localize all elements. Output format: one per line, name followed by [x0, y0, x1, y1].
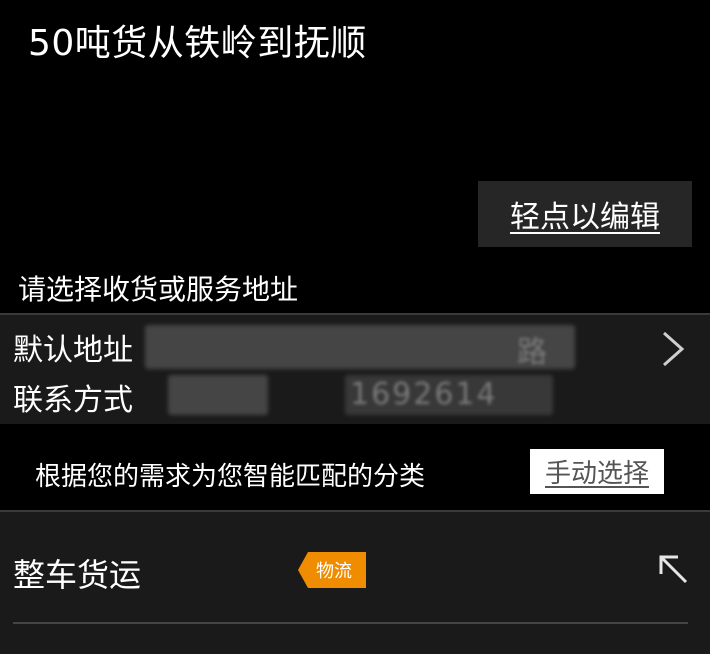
category-item[interactable]: 整车货运 物流 — [0, 510, 710, 654]
edit-button-label: 轻点以编辑 — [510, 200, 660, 235]
address-selector[interactable]: 默认地址 路 联系方式 1692614 — [0, 313, 710, 426]
edit-button[interactable]: 轻点以编辑 — [478, 181, 692, 247]
redacted-contact-name — [168, 375, 268, 415]
tag-label: 物流 — [308, 552, 366, 588]
manual-select-button[interactable]: 手动选择 — [530, 449, 664, 494]
address-section-label: 请选择收货或服务地址 — [18, 273, 299, 306]
default-address-value: 路 — [517, 335, 547, 370]
category-name: 整车货运 — [13, 556, 142, 594]
logistics-tag: 物流 — [298, 552, 366, 588]
default-address-label: 默认地址 — [13, 333, 133, 368]
divider — [13, 622, 688, 624]
manual-select-label: 手动选择 — [544, 459, 649, 489]
contact-label: 联系方式 — [13, 383, 133, 418]
tag-notch — [298, 552, 308, 588]
arrow-up-left-icon[interactable] — [656, 552, 690, 586]
page-title: 50吨货从铁岭到抚顺 — [28, 23, 367, 64]
redacted-address — [145, 325, 575, 369]
contact-phone: 1692614 — [350, 377, 498, 412]
match-row: 根据您的需求为您智能匹配的分类 手动选择 — [0, 424, 710, 510]
chevron-right-icon — [663, 331, 685, 367]
match-description: 根据您的需求为您智能匹配的分类 — [35, 462, 426, 492]
